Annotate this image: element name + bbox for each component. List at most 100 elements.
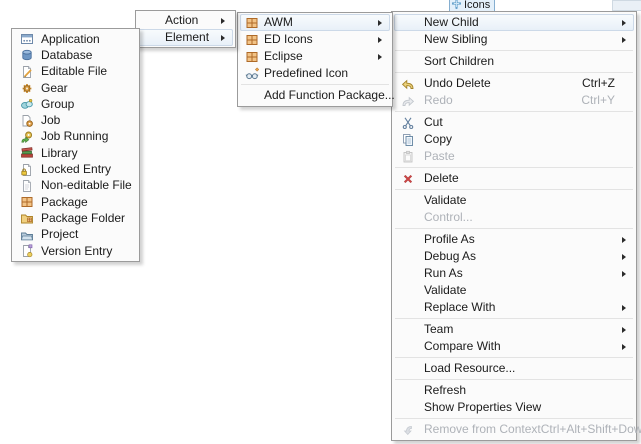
- package-folder-icon: [18, 211, 36, 226]
- menu-item-profile-as[interactable]: Profile As: [394, 231, 634, 248]
- database-icon: [18, 48, 36, 63]
- submenu-arrow-icon: [622, 271, 626, 277]
- editor-canvas: Icons New Child New Sibling Sort Childre…: [0, 0, 641, 444]
- menu-item-job[interactable]: Job: [14, 112, 137, 128]
- delete-icon: [398, 171, 418, 186]
- menu-item-non-editable-file[interactable]: Non-editable File: [14, 178, 137, 194]
- editable-file-icon: [18, 64, 36, 79]
- empty-icon-slot: [398, 300, 418, 315]
- menu-item-cut[interactable]: Cut: [394, 114, 634, 131]
- menu-item-debug-as[interactable]: Debug As: [394, 248, 634, 265]
- background-panel-fragment: [612, 0, 641, 11]
- menu-item-validate-2[interactable]: Validate: [394, 282, 634, 299]
- menu-item-version-entry[interactable]: Version Entry: [14, 243, 137, 259]
- non-editable-file-icon: [18, 178, 36, 193]
- submenu-arrow-icon: [378, 20, 382, 26]
- new-child-submenu: AWM ED Icons Eclipse Predefined Icon Add…: [237, 12, 393, 107]
- menu-item-compare-with[interactable]: Compare With: [394, 338, 634, 355]
- undo-icon: [398, 76, 418, 91]
- menu-item-run-as[interactable]: Run As: [394, 265, 634, 282]
- menu-item-database[interactable]: Database: [14, 47, 137, 63]
- menu-item-package-folder[interactable]: Package Folder: [14, 210, 137, 226]
- empty-icon-slot: [398, 193, 418, 208]
- empty-icon-slot: [398, 210, 418, 225]
- empty-icon-slot: [398, 283, 418, 298]
- menu-item-awm[interactable]: AWM: [240, 14, 390, 31]
- library-icon: [18, 146, 36, 161]
- menu-item-replace-with[interactable]: Replace With: [394, 299, 634, 316]
- menu-item-paste[interactable]: Paste: [394, 148, 634, 165]
- menu-item-refresh[interactable]: Refresh: [394, 382, 634, 399]
- menu-item-new-sibling[interactable]: New Sibling: [394, 31, 634, 48]
- submenu-arrow-icon: [622, 327, 626, 333]
- menu-item-copy[interactable]: Copy: [394, 131, 634, 148]
- menu-item-undo-delete[interactable]: Undo DeleteCtrl+Z: [394, 75, 634, 92]
- shortcut-label: Ctrl+Z: [582, 76, 615, 91]
- empty-icon-slot: [398, 249, 418, 264]
- submenu-arrow-icon: [622, 237, 626, 243]
- locked-entry-icon: [18, 162, 36, 177]
- menu-item-action[interactable]: Action: [138, 12, 233, 29]
- shortcut-label: Ctrl+Y: [581, 93, 615, 108]
- submenu-arrow-icon: [622, 344, 626, 350]
- element-submenu: Application Database Editable File Gear …: [11, 28, 140, 262]
- menu-item-add-function-package[interactable]: Add Function Package...: [240, 87, 390, 104]
- menu-item-project[interactable]: Project: [14, 227, 137, 243]
- menu-item-load-resource[interactable]: Load Resource...: [394, 360, 634, 377]
- submenu-arrow-icon: [622, 254, 626, 260]
- menu-item-locked-entry[interactable]: Locked Entry: [14, 161, 137, 177]
- submenu-arrow-icon: [622, 37, 626, 43]
- menu-item-control[interactable]: Control...: [394, 209, 634, 226]
- redo-icon: [398, 93, 418, 108]
- menu-item-application[interactable]: Application: [14, 31, 137, 47]
- menu-item-group[interactable]: Group: [14, 96, 137, 112]
- remove-from-context-icon: [398, 422, 418, 437]
- empty-icon-slot: [398, 232, 418, 247]
- submenu-arrow-icon: [622, 305, 626, 311]
- submenu-arrow-icon: [221, 18, 225, 24]
- menu-item-sort-children[interactable]: Sort Children: [394, 53, 634, 70]
- menu-item-remove-from-context[interactable]: Remove from ContextCtrl+Alt+Shift+Down: [394, 421, 634, 438]
- menu-item-new-child[interactable]: New Child: [394, 14, 634, 31]
- menu-item-ed-icons[interactable]: ED Icons: [240, 31, 390, 48]
- menu-item-job-running[interactable]: Job Running: [14, 129, 137, 145]
- menu-item-package[interactable]: Package: [14, 194, 137, 210]
- menu-item-predefined-icon[interactable]: Predefined Icon: [240, 65, 390, 82]
- empty-icon-slot: [244, 88, 260, 103]
- empty-icon-slot: [398, 15, 418, 30]
- menu-item-team[interactable]: Team: [394, 321, 634, 338]
- menu-item-delete[interactable]: Delete: [394, 170, 634, 187]
- empty-icon-slot: [398, 339, 418, 354]
- menu-item-library[interactable]: Library: [14, 145, 137, 161]
- job-icon: [18, 113, 36, 128]
- package-icon: [18, 195, 36, 210]
- group-icon: [18, 97, 36, 112]
- empty-icon-slot: [398, 361, 418, 376]
- job-running-icon: [18, 129, 36, 144]
- application-icon: [18, 32, 36, 47]
- menu-item-editable-file[interactable]: Editable File: [14, 64, 137, 80]
- context-menu: New Child New Sibling Sort Children Undo…: [391, 11, 637, 441]
- tree-node-label: Icons: [464, 0, 490, 11]
- empty-icon-slot: [398, 54, 418, 69]
- empty-icon-slot: [398, 322, 418, 337]
- menu-item-element[interactable]: Element: [138, 29, 233, 46]
- menu-item-redo[interactable]: RedoCtrl+Y: [394, 92, 634, 109]
- package-icon: [244, 49, 260, 64]
- menu-item-validate[interactable]: Validate: [394, 192, 634, 209]
- submenu-arrow-icon: [221, 35, 225, 41]
- project-icon: [18, 227, 36, 242]
- package-icon: [244, 15, 260, 30]
- menu-item-gear[interactable]: Gear: [14, 80, 137, 96]
- awm-submenu: Action Element: [135, 10, 236, 48]
- glasses-icon: [244, 66, 260, 81]
- cut-icon: [398, 115, 418, 130]
- empty-icon-slot: [398, 383, 418, 398]
- version-entry-icon: [18, 244, 36, 259]
- menu-item-eclipse[interactable]: Eclipse: [240, 48, 390, 65]
- copy-icon: [398, 132, 418, 147]
- empty-icon-slot: [398, 266, 418, 281]
- submenu-arrow-icon: [378, 54, 382, 60]
- empty-icon-slot: [398, 32, 418, 47]
- menu-item-show-properties-view[interactable]: Show Properties View: [394, 399, 634, 416]
